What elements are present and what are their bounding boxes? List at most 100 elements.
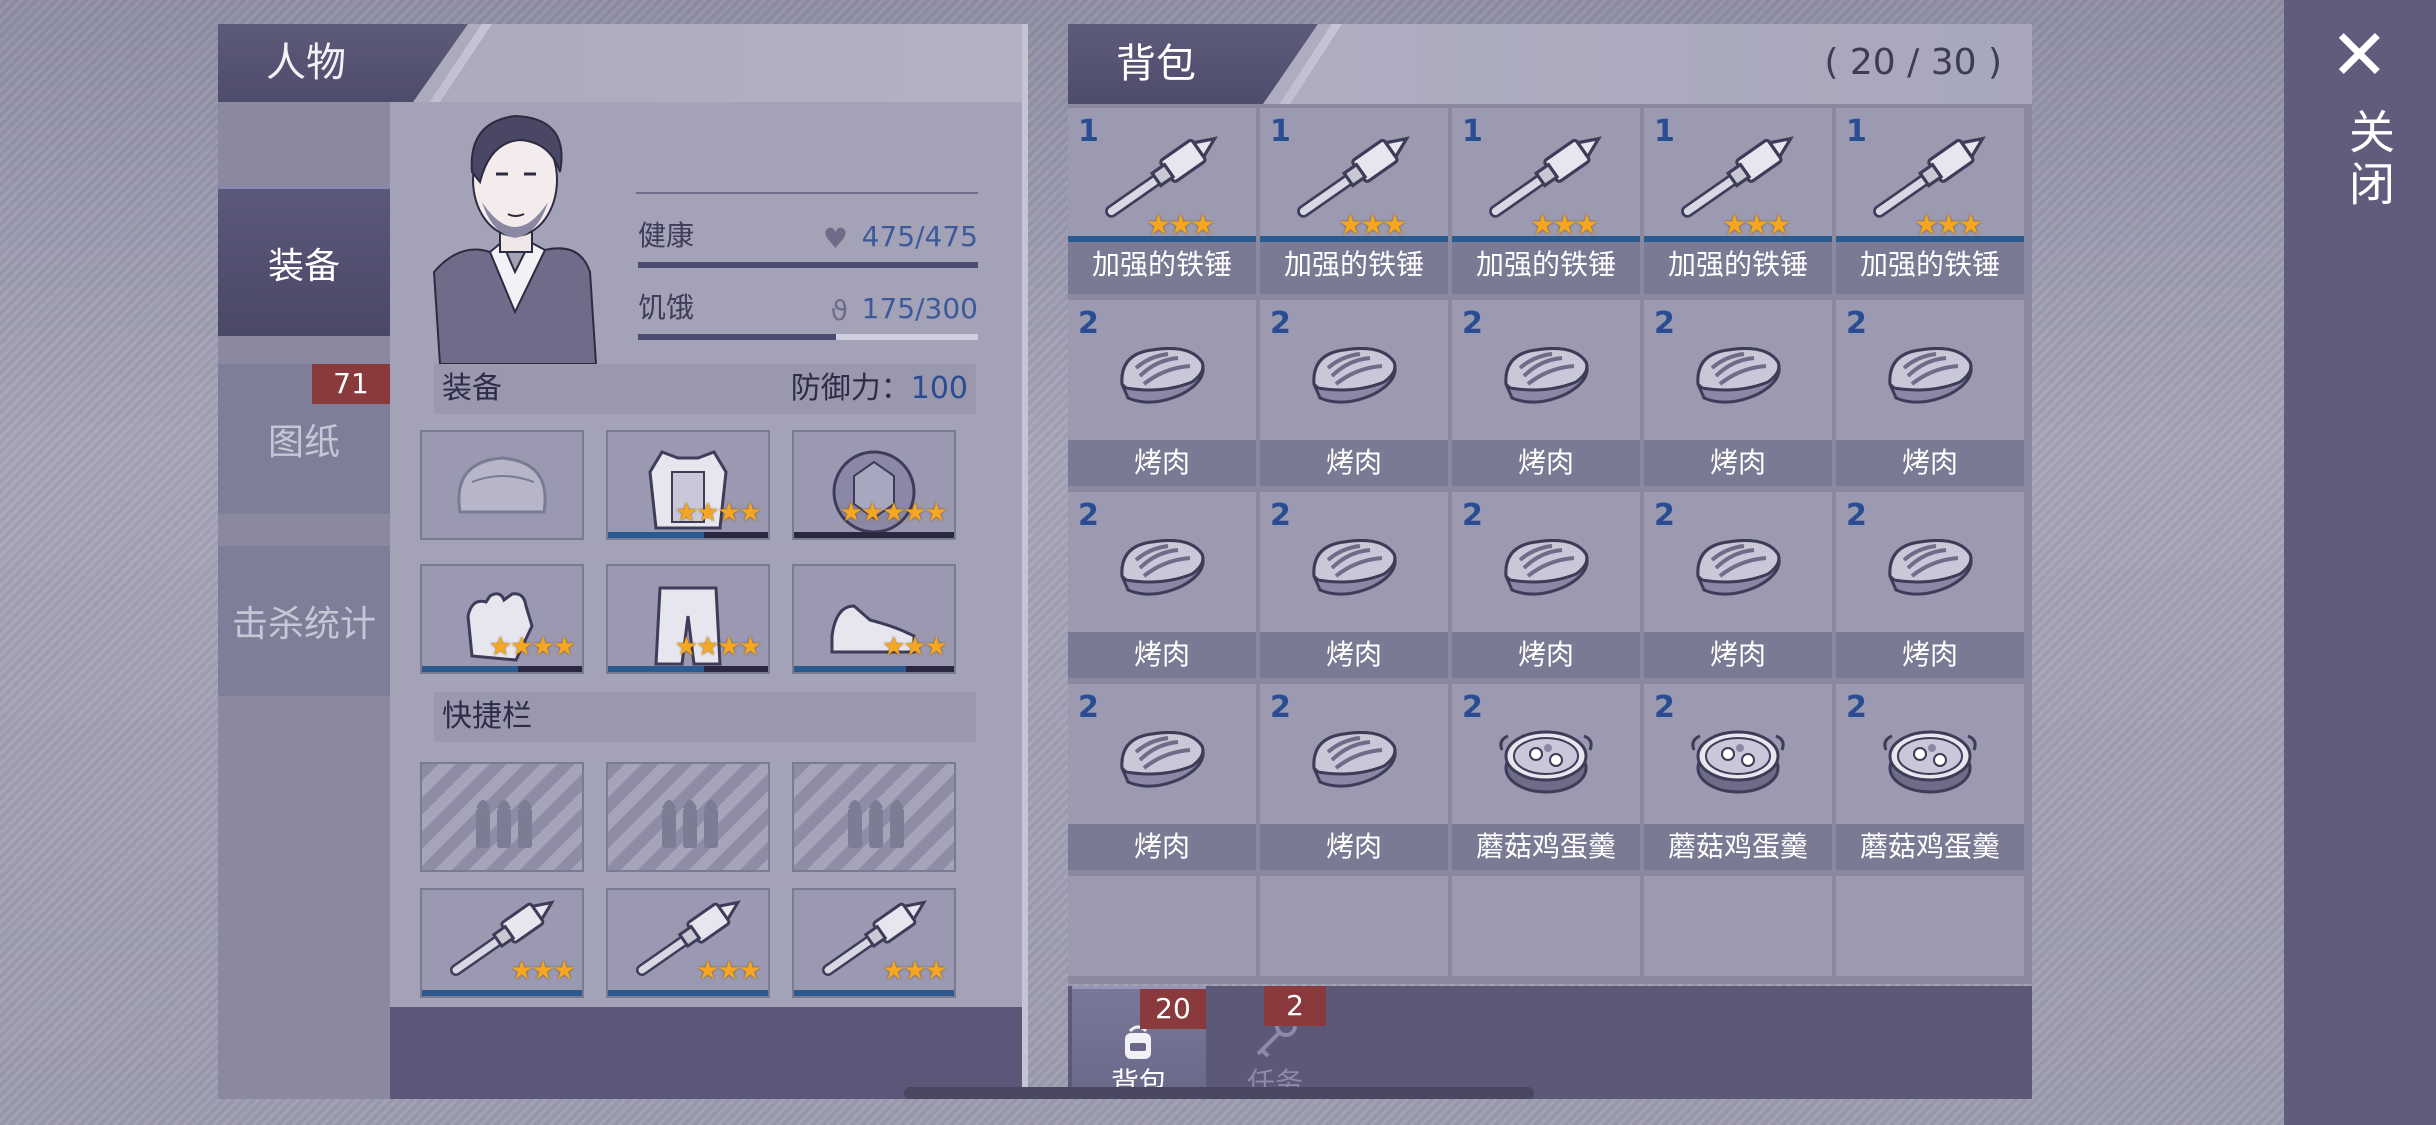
backpack-item[interactable]: 2 烤肉: [1068, 300, 1256, 486]
item-name: 加强的铁锤: [1452, 236, 1640, 294]
quickbar-locked-slot[interactable]: [792, 762, 956, 872]
backpack-empty-slot[interactable]: [1644, 876, 1832, 976]
item-name: 烤肉: [1452, 632, 1640, 678]
quickbar-section-header: 快捷栏: [434, 692, 976, 742]
backpack-empty-slot[interactable]: [1068, 876, 1256, 976]
backpack-item[interactable]: 1 ★★★ 加强的铁锤: [1836, 108, 2024, 294]
durability-fill: [608, 532, 704, 538]
health-label: 健康: [638, 219, 695, 252]
defense-label: 防御力：: [790, 371, 911, 406]
item-quantity: 2: [1654, 690, 1675, 725]
grilled-meat-icon: [1696, 347, 1781, 404]
item-quantity: 2: [1270, 498, 1291, 533]
item-stars: ★★★: [696, 956, 762, 986]
hunger-bar: [638, 334, 978, 340]
equipment-section-header: 装备 防御力：100: [434, 364, 976, 414]
backpack-item[interactable]: 2 烤肉: [1836, 492, 2024, 678]
backpack-item[interactable]: 2 烤肉: [1260, 300, 1448, 486]
ammo-lock-icon: [476, 800, 532, 848]
item-name: 烤肉: [1836, 440, 2024, 486]
backpack-item[interactable]: 2 蘑菇鸡蛋羹: [1452, 684, 1640, 870]
durability-fill: [794, 666, 906, 672]
grilled-meat-icon: [1312, 731, 1397, 788]
item-quantity: 1: [1270, 114, 1291, 149]
item-quantity: 2: [1462, 498, 1483, 533]
quickbar-slot[interactable]: ★★★: [606, 888, 770, 998]
equipment-slot[interactable]: ★★★★: [606, 564, 770, 674]
backpack-item[interactable]: 2 烤肉: [1452, 492, 1640, 678]
durability-track: [794, 532, 954, 538]
item-name: 烤肉: [1644, 440, 1832, 486]
durability-fill: [422, 666, 518, 672]
tab-equipment-label: 装备: [267, 245, 340, 287]
hunger-stat: 饥饿 ϑ 175/300: [638, 286, 978, 346]
backpack-item[interactable]: 2 烤肉: [1644, 300, 1832, 486]
item-stars: ★★★★★: [839, 498, 948, 528]
item-quantity: 1: [1846, 114, 1867, 149]
item-name: 烤肉: [1068, 824, 1256, 870]
quickbar-title: 快捷栏: [442, 699, 532, 734]
backpack-item[interactable]: 1 ★★★ 加强的铁锤: [1260, 108, 1448, 294]
item-name: 烤肉: [1452, 440, 1640, 486]
item-quantity: 2: [1462, 690, 1483, 725]
equipment-title: 装备: [442, 371, 502, 406]
equipment-slot[interactable]: ★★★★: [420, 564, 584, 674]
backpack-item[interactable]: 2 烤肉: [1452, 300, 1640, 486]
backpack-item[interactable]: 2 烤肉: [1644, 492, 1832, 678]
durability-fill: [794, 990, 954, 996]
backpack-item[interactable]: 2 烤肉: [1068, 684, 1256, 870]
backpack-empty-slot[interactable]: [1836, 876, 2024, 976]
stats-divider: [636, 192, 978, 194]
health-value: 475/475: [861, 220, 978, 253]
quickbar-locked-slot[interactable]: [606, 762, 770, 872]
egg-custard-pot-icon: [1499, 730, 1593, 794]
quickbar-slot[interactable]: ★★★: [420, 888, 584, 998]
item-quantity: 1: [1462, 114, 1483, 149]
backpack-item[interactable]: 2 烤肉: [1260, 492, 1448, 678]
ammo-lock-icon: [848, 800, 904, 848]
durability-fill: [608, 990, 768, 996]
backpack-item[interactable]: 2 蘑菇鸡蛋羹: [1644, 684, 1832, 870]
item-name: 加强的铁锤: [1068, 236, 1256, 294]
tab-blueprints[interactable]: 图纸 71: [218, 364, 390, 514]
hunger-value: 175/300: [861, 292, 978, 325]
item-name: 加强的铁锤: [1836, 236, 2024, 294]
item-name: 烤肉: [1836, 632, 2024, 678]
equipment-slot[interactable]: [420, 430, 584, 540]
close-label[interactable]: 关闭: [2336, 108, 2402, 212]
item-name: 烤肉: [1068, 632, 1256, 678]
close-icon[interactable]: ✕: [2330, 20, 2389, 90]
backpack-item[interactable]: 2 烤肉: [1260, 684, 1448, 870]
hunger-label: 饥饿: [638, 291, 695, 324]
backpack-item[interactable]: 1 ★★★ 加强的铁锤: [1644, 108, 1832, 294]
item-stars: ★★★: [882, 956, 948, 986]
beanie-icon: [457, 456, 547, 514]
backpack-item[interactable]: 2 烤肉: [1068, 492, 1256, 678]
backpack-empty-slot[interactable]: [1260, 876, 1448, 976]
equipment-slot[interactable]: ★★★★★: [792, 430, 956, 540]
item-name: 加强的铁锤: [1644, 236, 1832, 294]
tab-kill-stats[interactable]: 击杀统计: [218, 546, 390, 696]
item-name: 烤肉: [1260, 632, 1448, 678]
backpack-item[interactable]: 1 ★★★ 加强的铁锤: [1068, 108, 1256, 294]
tab-quests[interactable]: 任务 2: [1208, 986, 1342, 1099]
quickbar-locked-slot[interactable]: [420, 762, 584, 872]
item-quantity: 2: [1270, 306, 1291, 341]
close-panel[interactable]: ✕ 关闭: [2284, 0, 2436, 1125]
grilled-meat-icon: [1120, 731, 1205, 788]
backpack-item[interactable]: 2 烤肉: [1836, 300, 2024, 486]
egg-custard-pot-icon: [1691, 730, 1785, 794]
item-quantity: 2: [1846, 498, 1867, 533]
quickbar-slot[interactable]: ★★★: [792, 888, 956, 998]
grilled-meat-icon: [1696, 539, 1781, 596]
durability-fill: [608, 666, 704, 672]
backpack-item[interactable]: 1 ★★★ 加强的铁锤: [1452, 108, 1640, 294]
tab-equipment[interactable]: 装备: [218, 186, 390, 336]
item-name: 蘑菇鸡蛋羹: [1452, 824, 1640, 870]
grilled-meat-icon: [1120, 347, 1205, 404]
equipment-slot[interactable]: ★★★: [792, 564, 956, 674]
backpack-item[interactable]: 2 蘑菇鸡蛋羹: [1836, 684, 2024, 870]
equipment-slot[interactable]: ★★★★: [606, 430, 770, 540]
tab-backpack[interactable]: 背包 20: [1072, 986, 1206, 1099]
backpack-empty-slot[interactable]: [1452, 876, 1640, 976]
